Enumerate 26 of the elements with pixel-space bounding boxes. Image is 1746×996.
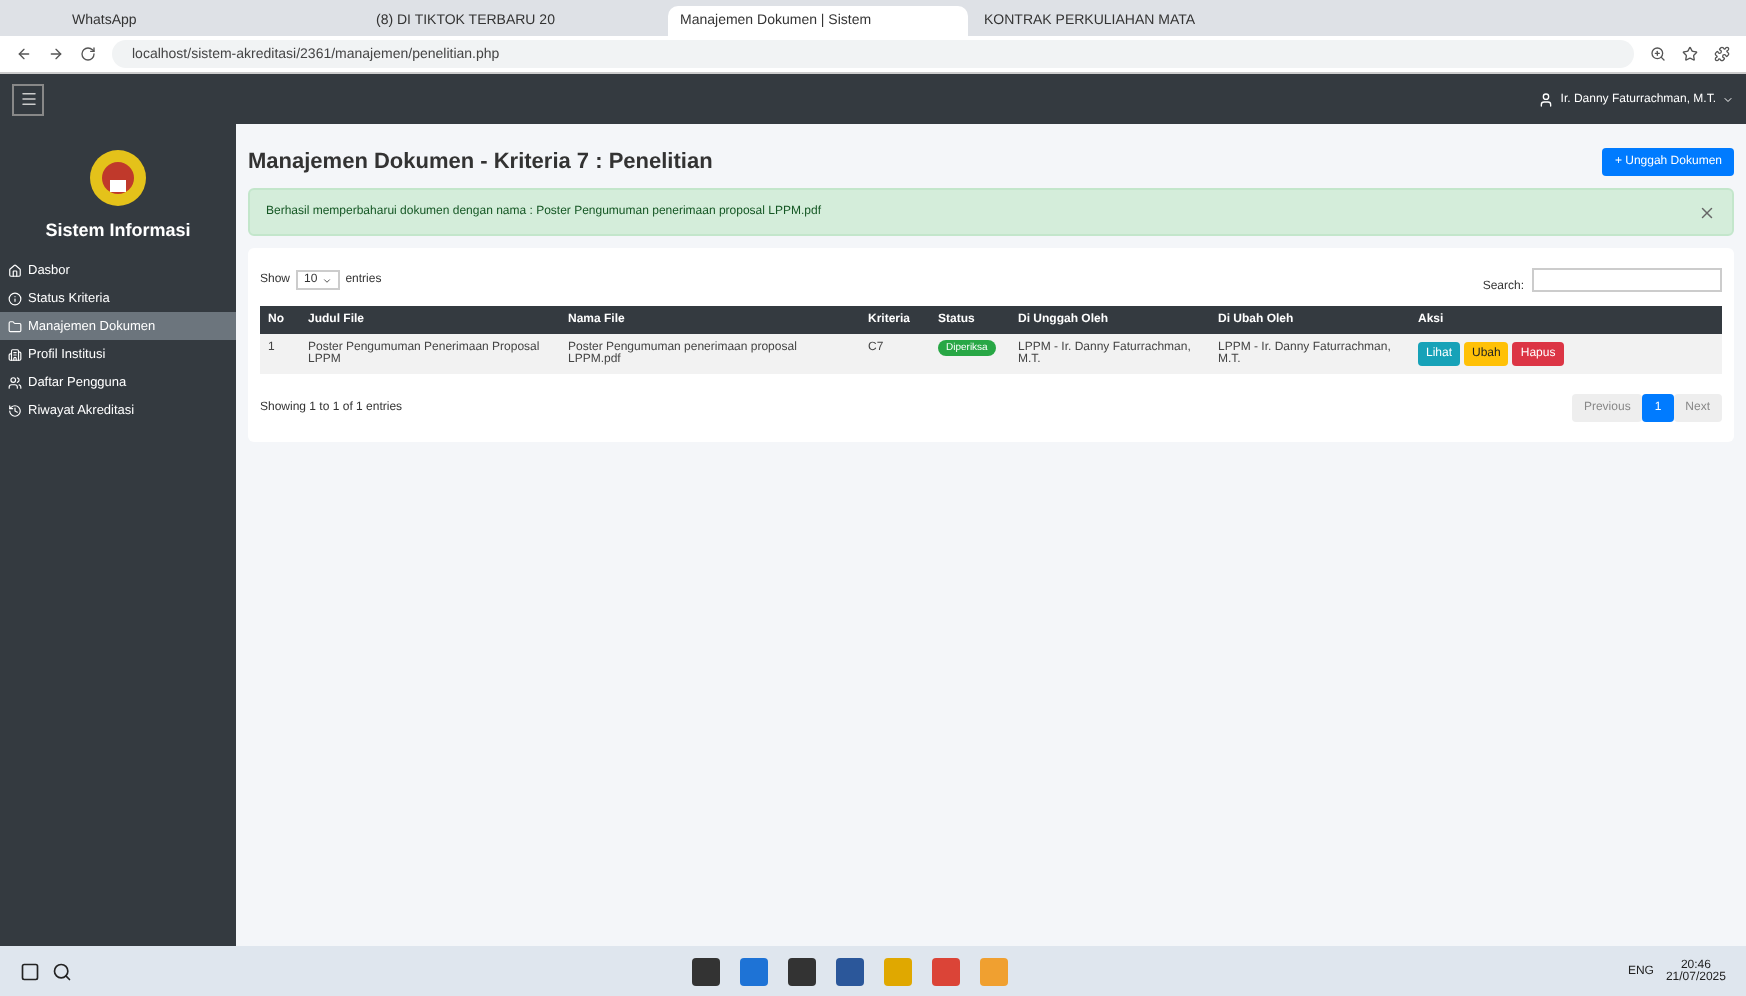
menu-button[interactable]: [12, 83, 44, 115]
history-icon: [8, 403, 22, 417]
puzzle-icon: [1714, 46, 1730, 62]
close-icon: [1698, 203, 1716, 221]
search-icon: [52, 961, 72, 981]
star-icon: [1682, 46, 1698, 62]
caret-icon: [321, 275, 332, 286]
taskbar-app-icon[interactable]: [691, 957, 720, 985]
user-icon: [1538, 91, 1555, 107]
menu-icon: [19, 90, 37, 108]
caret-icon: [1722, 93, 1734, 105]
reload-icon: [80, 46, 96, 62]
info-icon: [8, 291, 22, 305]
house-icon: [8, 263, 22, 277]
search-field[interactable]: [1532, 268, 1722, 292]
forward-icon: [48, 46, 64, 62]
folder-icon: [8, 319, 22, 333]
back-icon: [16, 46, 32, 62]
logo-icon: [88, 148, 148, 208]
taskbar-app-icon[interactable]: [835, 957, 864, 985]
taskbar-app-icon[interactable]: [787, 957, 816, 985]
users-icon: [8, 375, 22, 389]
sidebar-title: Sistem Informasi: [43, 220, 193, 240]
zoom-icon: [1650, 46, 1666, 62]
building-icon: [8, 347, 22, 361]
page-title: Manajemen Dokumen - Kriteria 7 : Penelitian: [248, 150, 713, 174]
